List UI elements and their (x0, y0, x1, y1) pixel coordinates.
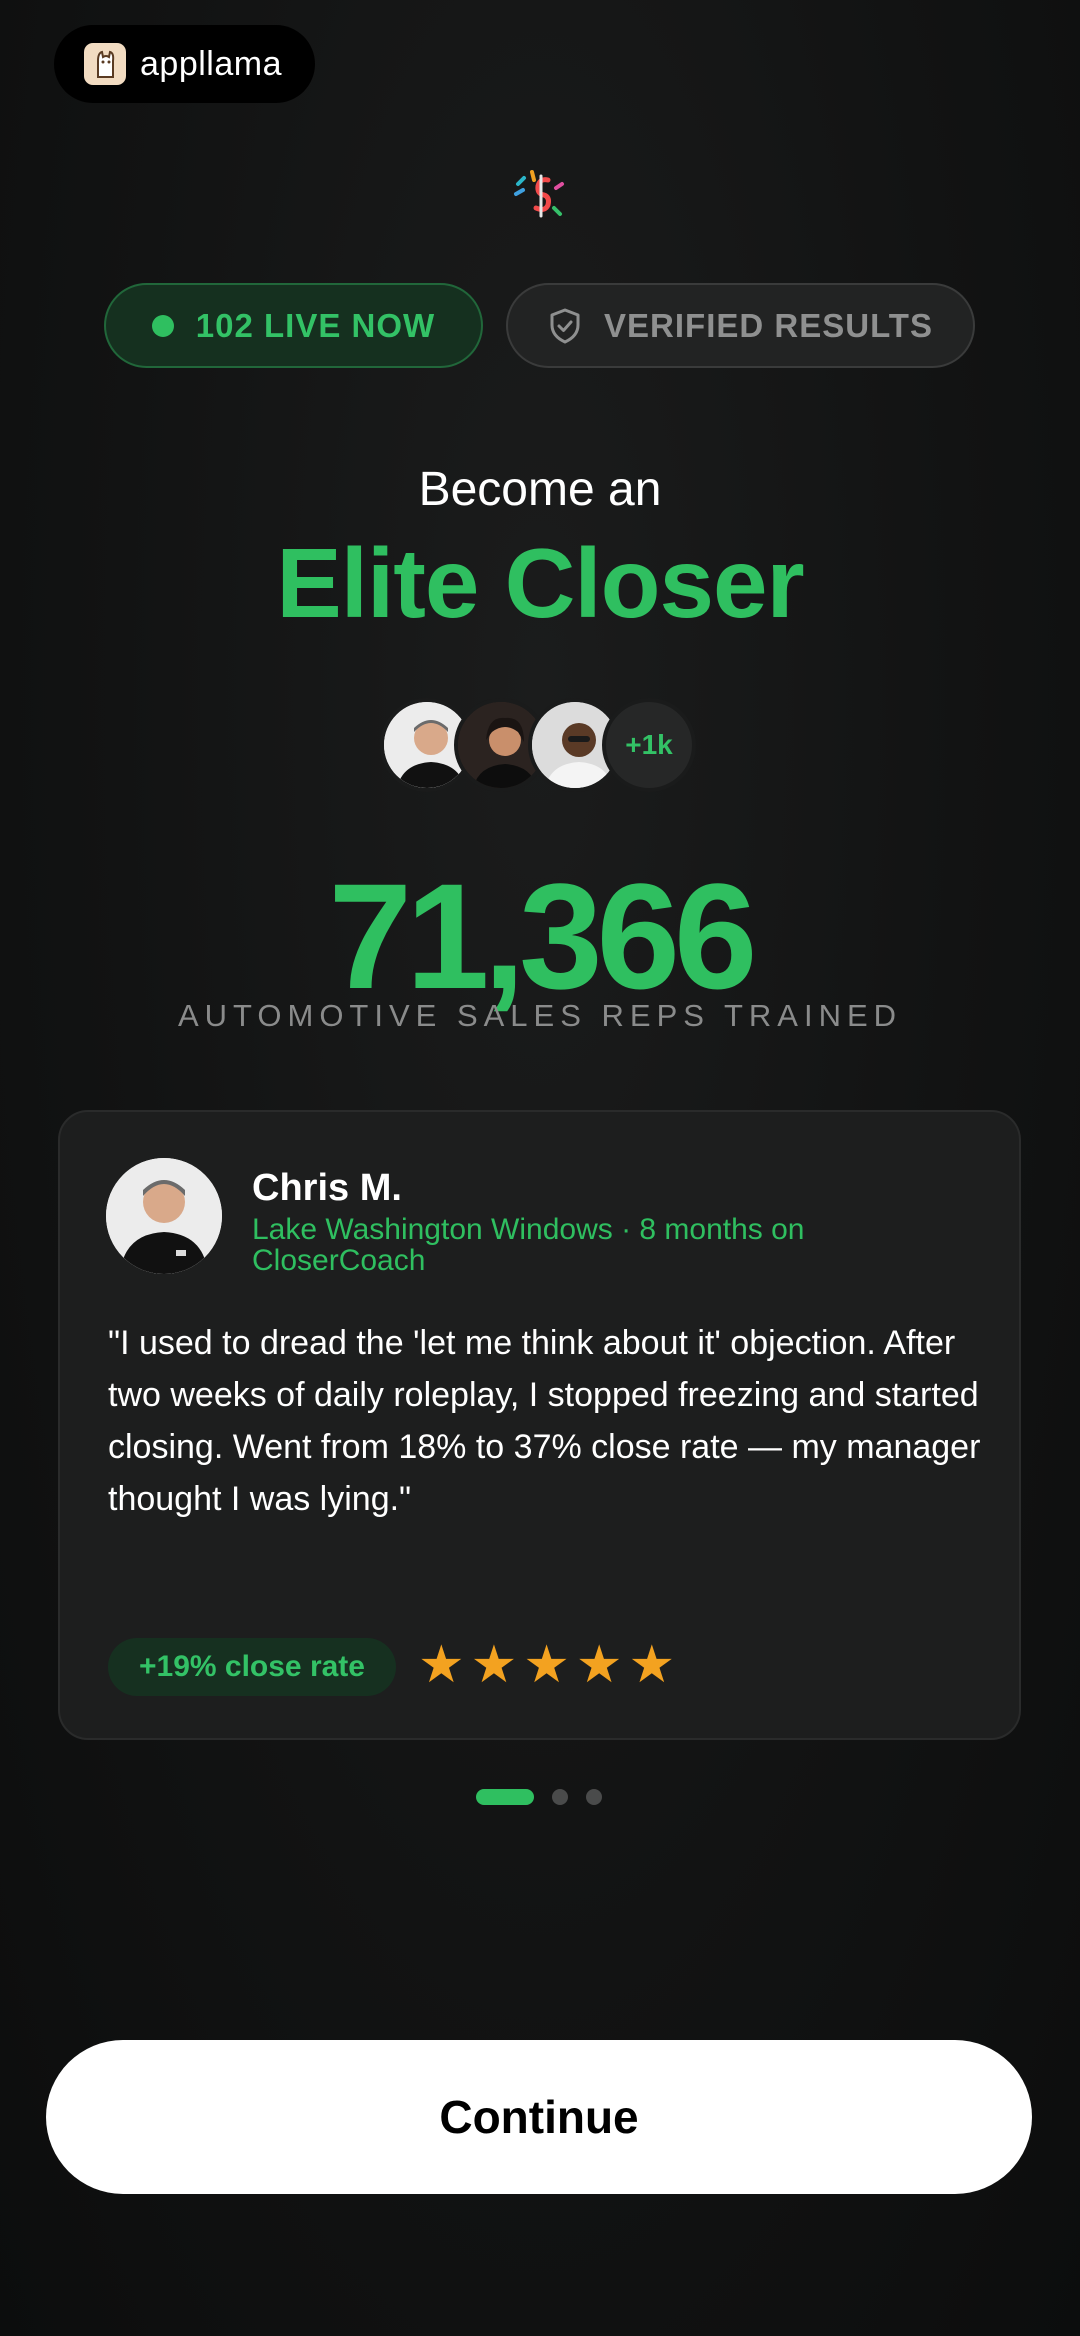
verified-results-label: VERIFIED RESULTS (604, 306, 933, 344)
live-now-badge: 102 LIVE NOW (104, 283, 483, 368)
testimonial-quote: "I used to dread the 'let me think about… (108, 1324, 981, 1518)
star-icon: ★ (575, 1636, 623, 1694)
verified-results-badge: VERIFIED RESULTS (506, 283, 975, 368)
star-icon: ★ (628, 1636, 676, 1694)
avatar (106, 1158, 222, 1274)
pagination-dot-1[interactable] (476, 1789, 534, 1805)
carousel-pagination (476, 1789, 620, 1805)
headline-intro: Become an (418, 463, 662, 516)
live-dot-icon (151, 314, 174, 337)
star-icon: ★ (470, 1636, 518, 1694)
testimonial-name: Chris M. (252, 1167, 402, 1209)
pagination-dot-3[interactable] (586, 1789, 602, 1805)
star-icon: ★ (418, 1636, 465, 1694)
headline-title: Elite Closer (276, 528, 804, 638)
closercoach-logo-icon (510, 164, 570, 224)
star-icon: ★ (523, 1636, 570, 1694)
result-badge: +19% close rate (108, 1638, 396, 1696)
continue-button[interactable]: Continue (46, 2040, 1032, 2194)
testimonial-subtitle: Lake Washington Windows · 8 months on Cl… (252, 1213, 805, 1277)
avatar-stack: +1k (380, 698, 696, 792)
star-rating: ★ ★ ★ ★ ★ (418, 1636, 681, 1694)
testimonial-card: Chris M. Lake Washington Windows · 8 mon… (58, 1110, 1021, 1740)
llama-logo-icon (84, 43, 126, 85)
brand-badge: appllama (54, 25, 315, 103)
reps-trained-label: AUTOMOTIVE SALES REPS TRAINED (177, 998, 903, 1033)
brand-name: appllama (140, 44, 282, 83)
shield-check-icon (550, 308, 580, 343)
avatar-more-count: +1k (602, 698, 696, 792)
live-now-label: 102 LIVE NOW (195, 306, 436, 344)
pagination-dot-2[interactable] (552, 1789, 568, 1805)
